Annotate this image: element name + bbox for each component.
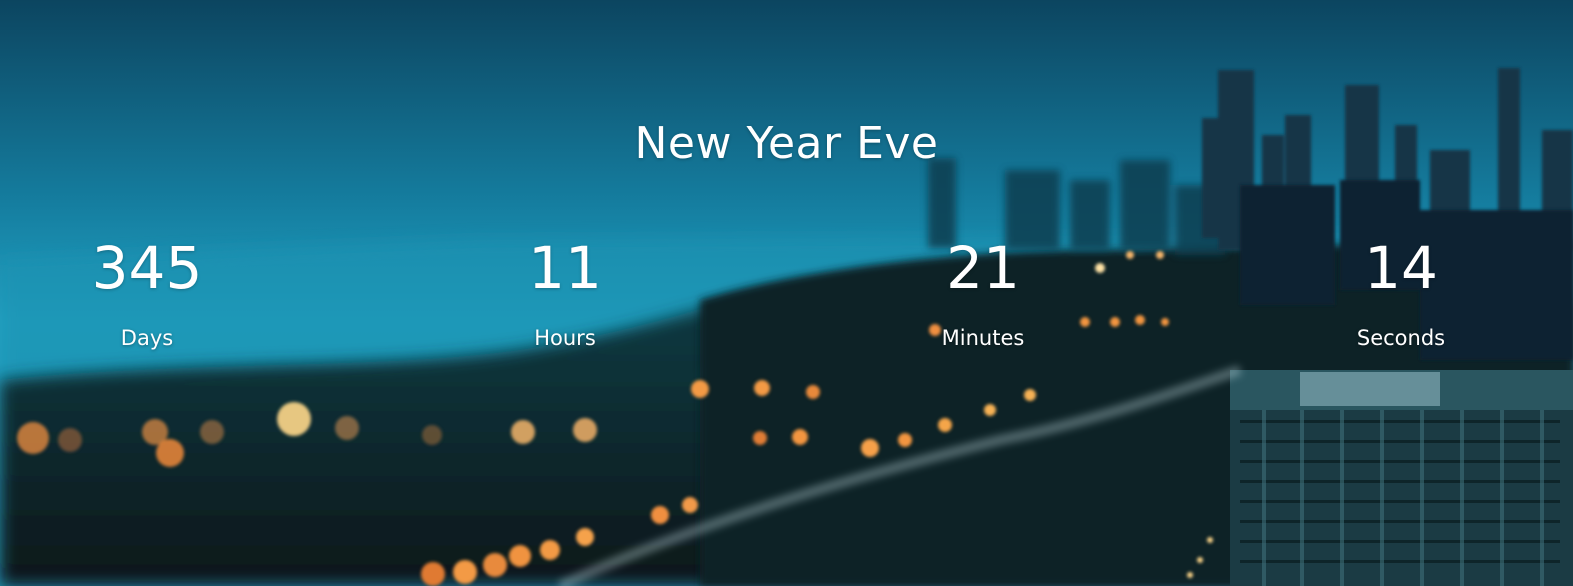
seconds-label: Seconds	[1356, 326, 1446, 350]
countdown-seconds: 14 Seconds	[1271, 232, 1531, 350]
countdown-days: 345 Days	[17, 232, 277, 350]
page-title: New Year Eve	[634, 118, 939, 169]
countdown-page: New Year Eve 345 Days 11 Hours 21 Minute…	[0, 0, 1573, 586]
hours-value: 11	[528, 234, 602, 302]
hours-label: Hours	[534, 326, 596, 350]
minutes-value: 21	[946, 234, 1020, 302]
countdown-minutes: 21 Minutes	[853, 232, 1113, 350]
seconds-value: 14	[1364, 234, 1438, 302]
countdown-hours: 11 Hours	[435, 232, 695, 350]
days-value: 345	[91, 234, 203, 302]
minutes-label: Minutes	[941, 326, 1025, 350]
days-label: Days	[120, 326, 174, 350]
